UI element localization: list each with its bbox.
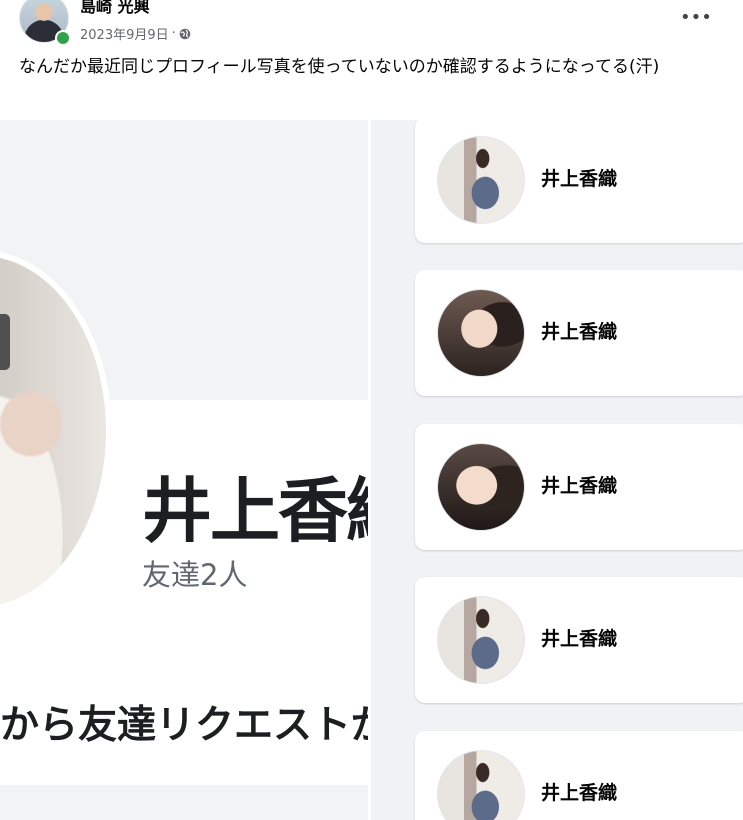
- profile-name: 井上香織: [142, 470, 368, 552]
- meta-separator: ·: [171, 26, 176, 41]
- screenshot-list-panel: 井上香織 井上香織 井上香織 井上香織 井上香織: [371, 120, 743, 820]
- post-header: 島崎 光興 2023年9月9日 · ••• なんだか最近同じプロフィール写真を使…: [0, 0, 743, 119]
- list-item-avatar: [437, 289, 525, 377]
- list-item[interactable]: 井上香織: [415, 731, 743, 820]
- friends-count: 友達2人: [142, 558, 248, 592]
- more-options-icon[interactable]: •••: [680, 6, 712, 30]
- author-name[interactable]: 島崎 光興: [80, 0, 150, 17]
- list-item[interactable]: 井上香織: [415, 424, 743, 550]
- post-meta: 2023年9月9日 ·: [80, 24, 191, 43]
- list-item-name: 井上香織: [541, 475, 618, 497]
- list-item-avatar: [437, 596, 525, 684]
- post-text: なんだか最近同じプロフィール写真を使っていないのか確認するようになってる(汗): [19, 57, 660, 77]
- post-date[interactable]: 2023年9月9日: [80, 24, 169, 43]
- list-item-name: 井上香織: [541, 168, 618, 190]
- list-item-name: 井上香織: [541, 782, 618, 804]
- list-item[interactable]: 井上香織: [415, 270, 743, 396]
- list-item[interactable]: 井上香織: [415, 120, 743, 243]
- friend-request-text: から友達リクエストが: [0, 703, 368, 748]
- list-item-avatar: [437, 136, 525, 224]
- online-status-icon: [55, 30, 71, 46]
- globe-icon: [179, 28, 191, 39]
- list-item-avatar: [437, 750, 525, 820]
- list-item-name: 井上香織: [541, 628, 618, 650]
- list-item[interactable]: 井上香織: [415, 577, 743, 703]
- list-item-name: 井上香織: [541, 321, 618, 343]
- phone-icon: [0, 314, 10, 370]
- list-item-avatar: [437, 443, 525, 531]
- screenshot-profile-panel: 井上香織 友達2人 から友達リクエストが: [0, 120, 368, 820]
